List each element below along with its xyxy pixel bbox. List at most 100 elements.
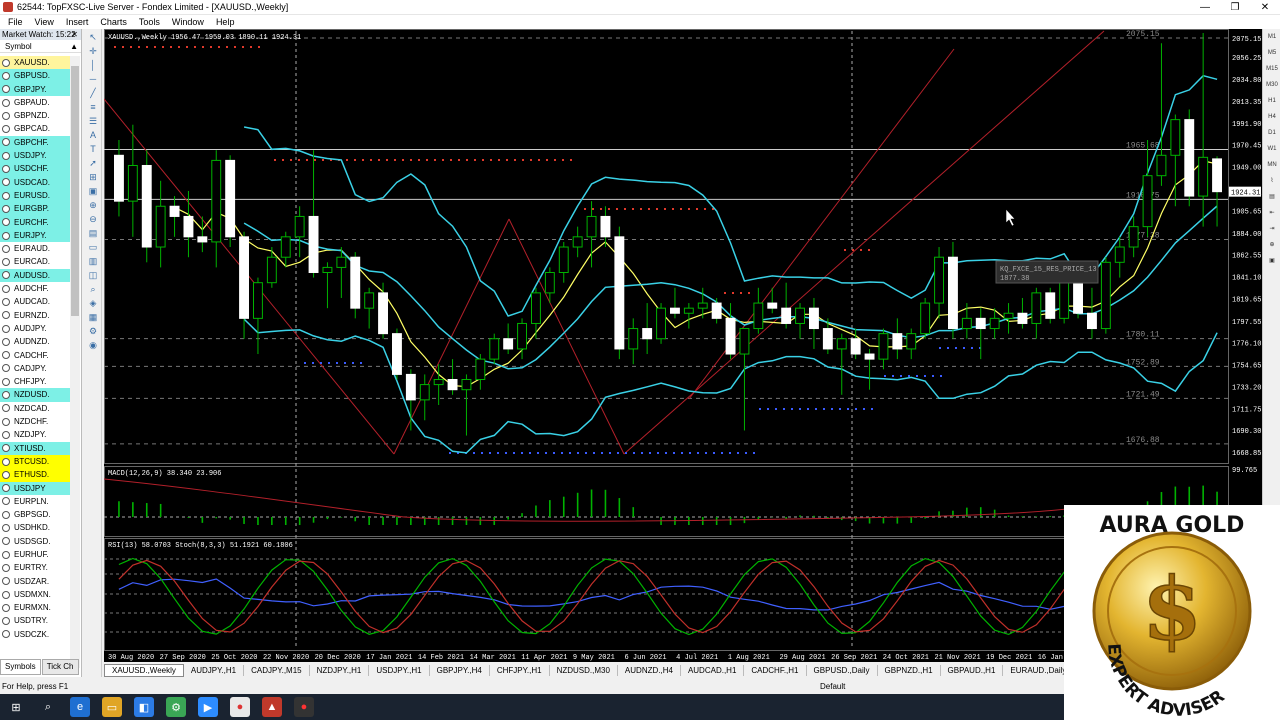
chart-tab[interactable]: EURAUD.,Daily bbox=[1003, 665, 1064, 676]
symbol-row[interactable]: EURNZD. bbox=[0, 308, 70, 322]
symbol-row[interactable]: XTIUSD. bbox=[0, 441, 70, 455]
zoom-icon[interactable]: ⊕ bbox=[1264, 239, 1280, 251]
file-explorer-icon[interactable]: ▭ bbox=[102, 697, 122, 717]
timeframe-h4[interactable]: H4 bbox=[1264, 111, 1280, 123]
chart-tab[interactable]: NZDUSD.,M30 bbox=[550, 664, 618, 676]
menu-view[interactable]: View bbox=[29, 17, 60, 27]
symbol-row[interactable]: AUDNZD. bbox=[0, 335, 70, 349]
settings-app-icon[interactable]: ⚙ bbox=[166, 697, 186, 717]
timeframe-m1[interactable]: M1 bbox=[1264, 31, 1280, 43]
symbol-row[interactable]: EURMXN. bbox=[0, 601, 70, 615]
chart-tab[interactable]: GBPNZD.,H1 bbox=[878, 664, 941, 676]
search-icon[interactable]: ⌕ bbox=[87, 283, 99, 295]
tab-symbols[interactable]: Symbols bbox=[0, 659, 41, 675]
symbol-row[interactable]: AUDCAD. bbox=[0, 295, 70, 309]
timeframe-w1[interactable]: W1 bbox=[1264, 143, 1280, 155]
symbol-row[interactable]: USDZAR. bbox=[0, 574, 70, 588]
menu-help[interactable]: Help bbox=[210, 17, 241, 27]
menu-window[interactable]: Window bbox=[166, 17, 210, 27]
recorder-icon[interactable]: ● bbox=[294, 697, 314, 717]
symbol-row[interactable]: GBPCAD. bbox=[0, 122, 70, 136]
timeframe-m5[interactable]: M5 bbox=[1264, 47, 1280, 59]
symbol-row[interactable]: GBPJPY. bbox=[0, 82, 70, 96]
chart-icon[interactable]: ▥ bbox=[87, 255, 99, 267]
symbol-row[interactable]: NZDJPY. bbox=[0, 428, 70, 442]
close-icon[interactable]: ✕ bbox=[71, 29, 78, 40]
symbol-row[interactable]: NZDCHF. bbox=[0, 415, 70, 429]
symbol-row[interactable]: GBPNZD. bbox=[0, 109, 70, 123]
chart-tab[interactable]: AUDJPY.,H1 bbox=[184, 664, 245, 676]
symbol-row[interactable]: AUDUSD. bbox=[0, 268, 70, 283]
symbol-row[interactable]: USDMXN. bbox=[0, 587, 70, 602]
symbol-row[interactable]: EURTRY. bbox=[0, 561, 70, 575]
symbol-row[interactable]: EURCAD. bbox=[0, 255, 70, 269]
symbol-column-header[interactable]: Symbol ▲ bbox=[0, 40, 81, 53]
zoom-out-icon[interactable]: ⊖ bbox=[87, 213, 99, 225]
trendline-icon[interactable]: ╱ bbox=[87, 87, 99, 99]
timeframe-m30[interactable]: M30 bbox=[1264, 79, 1280, 91]
close-button[interactable]: ✕ bbox=[1250, 0, 1280, 15]
chart-tab[interactable]: NZDJPY.,H1 bbox=[310, 664, 370, 676]
store-icon[interactable]: ◧ bbox=[134, 697, 154, 717]
crosshair-icon[interactable]: ✛ bbox=[87, 45, 99, 57]
menu-tools[interactable]: Tools bbox=[133, 17, 166, 27]
symbol-row[interactable]: NZDUSD. bbox=[0, 388, 70, 402]
menu-insert[interactable]: Insert bbox=[60, 17, 95, 27]
label-icon[interactable]: T bbox=[87, 143, 99, 155]
menu-file[interactable]: File bbox=[2, 17, 29, 27]
folder-icon[interactable]: ▭ bbox=[87, 241, 99, 253]
horizontal-line-icon[interactable]: ─ bbox=[87, 73, 99, 85]
symbol-row[interactable]: EURAUD. bbox=[0, 242, 70, 256]
symbol-row[interactable]: EURGBP. bbox=[0, 202, 70, 216]
symbol-row[interactable]: USDTRY. bbox=[0, 614, 70, 628]
new-order-icon[interactable]: ⊞ bbox=[87, 171, 99, 183]
chrome-icon[interactable]: ● bbox=[230, 697, 250, 717]
minimize-button[interactable]: — bbox=[1190, 0, 1220, 15]
globe-icon[interactable]: ◉ bbox=[87, 339, 99, 351]
scrollbar-thumb[interactable] bbox=[71, 66, 79, 316]
symbol-row[interactable]: XAUUSD. bbox=[0, 56, 70, 70]
navigator-icon[interactable]: ◫ bbox=[87, 269, 99, 281]
chart-tab[interactable]: CHFJPY.,H1 bbox=[490, 664, 550, 676]
symbol-row[interactable]: USDCHF. bbox=[0, 162, 70, 176]
zoom-in-icon[interactable]: ⊕ bbox=[87, 199, 99, 211]
cursor-icon[interactable]: ↖ bbox=[87, 31, 99, 43]
timeframe-m15[interactable]: M15 bbox=[1264, 63, 1280, 75]
text-icon[interactable]: A bbox=[87, 129, 99, 141]
symbol-row[interactable]: EURJPY. bbox=[0, 228, 70, 243]
timeframe-d1[interactable]: D1 bbox=[1264, 127, 1280, 139]
timeframe-h1[interactable]: H1 bbox=[1264, 95, 1280, 107]
chart-tab[interactable]: CADCHF.,H1 bbox=[744, 664, 807, 676]
tab-tick-chart[interactable]: Tick Ch bbox=[41, 659, 79, 675]
symbol-row[interactable]: GBPSGD. bbox=[0, 508, 70, 522]
symbol-row[interactable]: GBPCHF. bbox=[0, 135, 70, 150]
zoom-app-icon[interactable]: ▶ bbox=[198, 697, 218, 717]
tile-icon[interactable]: ▤ bbox=[87, 227, 99, 239]
channel-icon[interactable]: ≡ bbox=[87, 101, 99, 113]
chart-tab[interactable]: AUDNZD.,H4 bbox=[618, 664, 681, 676]
chart-tab[interactable]: GBPJPY.,H4 bbox=[430, 664, 490, 676]
fibonacci-icon[interactable]: ☰ bbox=[87, 115, 99, 127]
symbol-row[interactable]: AUDCHF. bbox=[0, 282, 70, 296]
eraser-icon[interactable]: ◈ bbox=[87, 297, 99, 309]
metatrader-icon[interactable]: ▲ bbox=[262, 697, 282, 717]
settings-icon[interactable]: ⚙ bbox=[87, 325, 99, 337]
symbol-row[interactable]: GBPUSD. bbox=[0, 69, 70, 83]
search-icon[interactable]: ⌕ bbox=[38, 697, 58, 717]
chart-shift-icon[interactable]: ⇥ bbox=[1264, 223, 1280, 235]
chart-tab[interactable]: USDJPY.,H1 bbox=[369, 664, 430, 676]
symbol-row[interactable]: GBPAUD. bbox=[0, 95, 70, 110]
chart-tab[interactable]: CADJPY.,M15 bbox=[244, 664, 310, 676]
symbol-row[interactable]: CHFJPY. bbox=[0, 375, 70, 389]
window-icon[interactable]: ▣ bbox=[87, 185, 99, 197]
maximize-button[interactable]: ❐ bbox=[1220, 0, 1250, 15]
vertical-line-icon[interactable]: │ bbox=[87, 59, 99, 71]
symbol-row[interactable]: EURHUF. bbox=[0, 547, 70, 562]
arrow-icon[interactable]: ➚ bbox=[87, 157, 99, 169]
timeframe-mn[interactable]: MN bbox=[1264, 159, 1280, 171]
symbol-row[interactable]: ETHUSD. bbox=[0, 468, 70, 482]
profile-name[interactable]: Default bbox=[820, 680, 845, 693]
menu-charts[interactable]: Charts bbox=[94, 17, 133, 27]
indicator-icon[interactable]: ⌇ bbox=[1264, 175, 1280, 187]
symbol-row[interactable]: EURCHF. bbox=[0, 215, 70, 229]
